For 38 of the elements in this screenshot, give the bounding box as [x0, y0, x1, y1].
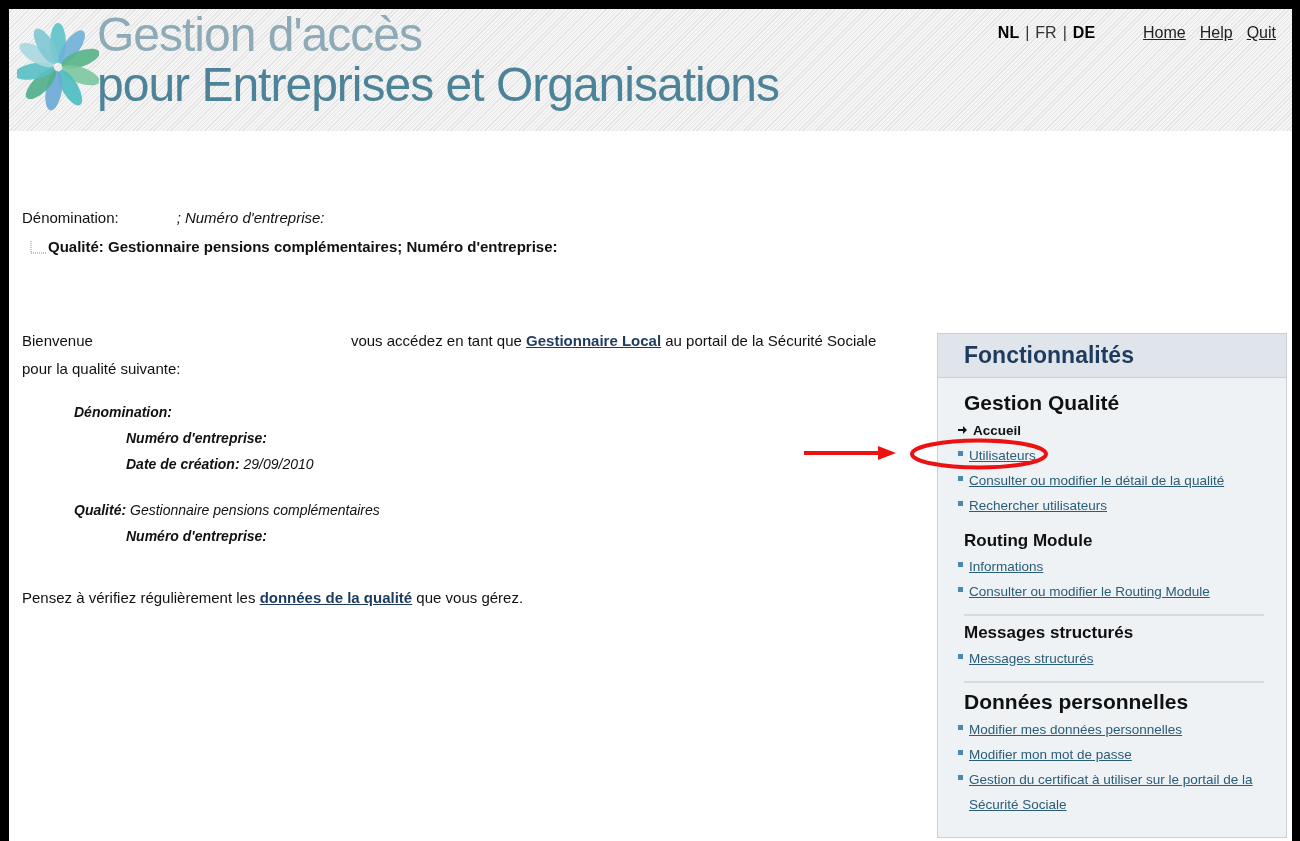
- welcome-text: Bienvenue vous accédez en tant que Gestionnaire Local au portail de la Sécurité Sociale pour la qualité suivante:: [22, 331, 878, 379]
- sidebar-title: Fonctionnalités: [938, 334, 1286, 378]
- sidebar-link[interactable]: Accueil: [973, 417, 1022, 443]
- language-link[interactable]: NL: [997, 21, 1020, 45]
- detail-line: Numéro d'entreprise:: [126, 527, 268, 546]
- name-label: Dénomination:: [22, 208, 119, 228]
- sidebar-link[interactable]: Consulter ou modifier le Routing Module: [969, 578, 1210, 604]
- number-label: Numéro d'entreprise:: [184, 208, 325, 228]
- nav-link[interactable]: Home: [1143, 21, 1186, 45]
- section-heading: Routing Module: [964, 529, 1094, 552]
- quality-tree-item: Qualité: Gestionnaire pensions complémentaires; Numéro d'entreprise:: [48, 237, 558, 257]
- separator: ;: [175, 208, 181, 228]
- sidebar-link[interactable]: Consulter ou modifier le détail de la qualité: [969, 467, 1225, 493]
- section-heading: Données personnelles: [964, 688, 1190, 715]
- language-link[interactable]: DE: [1072, 21, 1096, 45]
- reminder-text: Pensez à vérifiez régulièrement les données de la qualité que vous gérez.: [22, 588, 525, 608]
- section-heading: Gestion Qualité: [964, 389, 1121, 416]
- sidebar-link[interactable]: Informations: [969, 553, 1044, 579]
- logo-subtitle: pour Entreprises et Organisations: [97, 57, 780, 113]
- sidebar-link[interactable]: Gestion du certificat à utiliser sur le portail de la Sécurité Sociale: [969, 766, 1264, 817]
- separator: |: [1062, 23, 1067, 43]
- tree-connector-icon: [30, 241, 46, 257]
- language-link[interactable]: FR: [1035, 21, 1057, 45]
- detail-line: Numéro d'entreprise:: [126, 429, 268, 448]
- separator: |: [1025, 23, 1030, 43]
- quality-data-link[interactable]: données de la qualité: [259, 589, 413, 606]
- logo-title: Gestion d'accès: [97, 13, 423, 57]
- sidebar-link[interactable]: Rechercher utilisateurs: [969, 492, 1108, 518]
- role-link[interactable]: Gestionnaire Local: [526, 332, 662, 349]
- detail-line: Qualité: Gestionnaire pensions complémentaires: [74, 501, 380, 520]
- section-heading: Messages structurés: [964, 621, 1135, 644]
- sidebar-link[interactable]: Messages structurés: [969, 645, 1094, 671]
- sidebar-link[interactable]: Modifier mon mot de passe: [969, 741, 1132, 767]
- detail-line: Date de création: 29/09/2010: [126, 455, 314, 474]
- nav-link[interactable]: Quit: [1246, 21, 1276, 45]
- nav-link[interactable]: Help: [1199, 21, 1233, 45]
- detail-line: Dénomination:: [74, 403, 172, 422]
- sidebar-link[interactable]: Modifier mes données personnelles: [969, 716, 1183, 742]
